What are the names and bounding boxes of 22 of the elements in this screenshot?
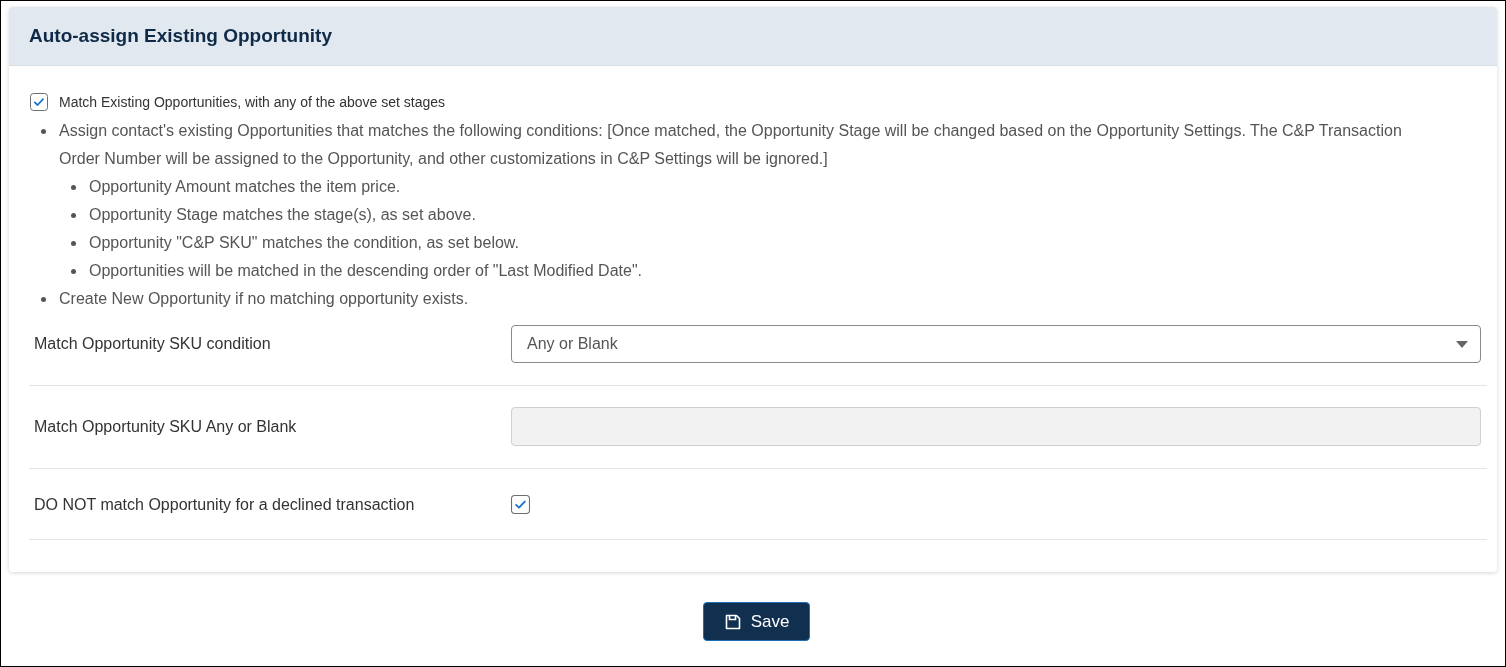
note-text: Assign contact's existing Opportunities that matches the following conditions: [Once matched, the Opportunity Stage will be changed based on the Opportunity Settings. The C&P Transaction Order Number will be assigned to the Opportunity, and other customizations in C&P Settings will be ignored.]: [59, 121, 1403, 169]
select-dropdown[interactable]: Any or Blank: [511, 325, 1481, 363]
checkbox[interactable]: [511, 495, 530, 514]
note-text: Create New Opportunity if no matching opportunity exists.: [59, 289, 470, 309]
checkbox[interactable]: [30, 93, 48, 111]
bullet-icon: [41, 129, 46, 134]
note-text: Opportunity Amount matches the item price.: [89, 177, 402, 197]
note-text: Opportunity Stage matches the stage(s), as set above.: [89, 205, 477, 225]
note-text: Opportunities will be matched in the descending order of "Last Modified Date".: [89, 261, 643, 281]
bullet-icon: [71, 269, 76, 274]
checkbox-label: Match Existing Opportunities, with any of the above set stages: [59, 94, 445, 110]
field-label: Match Opportunity SKU condition: [34, 335, 272, 353]
bullet-icon: [41, 297, 46, 302]
field-label: DO NOT match Opportunity for a declined transaction: [34, 495, 416, 514]
field-label: Match Opportunity SKU Any or Blank: [34, 417, 298, 436]
save-button[interactable]: Save: [702, 602, 811, 641]
caret-icon: [1456, 340, 1468, 348]
panel-title: Auto-assign Existing Opportunity: [29, 25, 332, 47]
bullet-icon: [71, 185, 76, 190]
bullet-icon: [71, 213, 76, 218]
note-text: Opportunity "C&P SKU" matches the condition, as set below.: [89, 233, 520, 253]
bullet-icon: [71, 241, 76, 246]
